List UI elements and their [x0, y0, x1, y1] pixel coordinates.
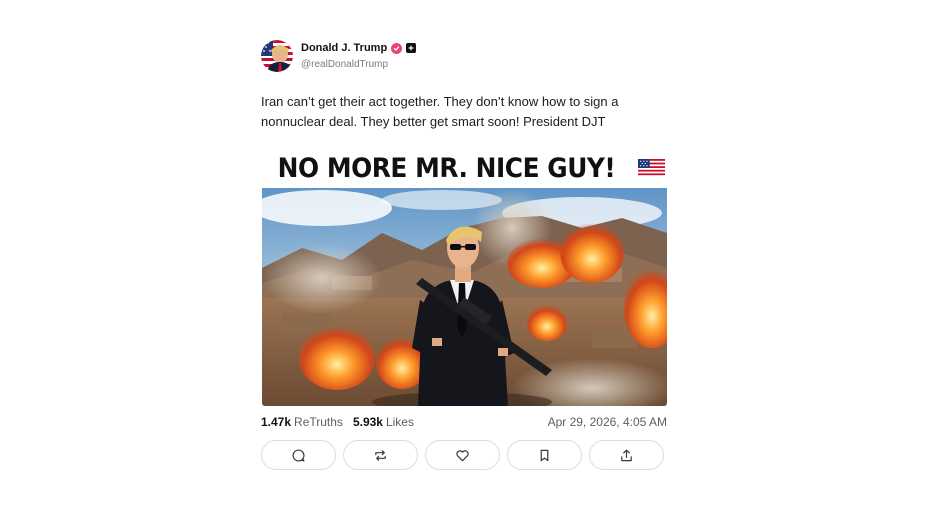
post-actions: [261, 440, 669, 472]
explosion-scene-image: [262, 188, 667, 406]
like-button[interactable]: [425, 440, 500, 470]
likes-stat[interactable]: 5.93k Likes: [353, 415, 414, 429]
name-row: Donald J. Trump: [301, 42, 417, 54]
author-display-name[interactable]: Donald J. Trump: [301, 42, 387, 54]
post-stats: 1.47k ReTruths 5.93k Likes Apr 29, 2026, 4…: [261, 414, 667, 430]
bookmark-button[interactable]: [507, 440, 582, 470]
avatar-image: [261, 40, 293, 72]
reply-icon: [292, 448, 305, 462]
author-block: Donald J. Trump @realDonaldTrump: [301, 42, 417, 70]
post-header: Donald J. Trump @realDonaldTrump: [261, 40, 669, 72]
page: Donald J. Trump @realDonaldTrump Iran ca…: [0, 0, 932, 524]
likes-count: 5.93k: [352, 415, 383, 429]
retruth-icon: [375, 449, 386, 461]
media-photo[interactable]: [262, 188, 667, 406]
headline-text: NO MORE MR. NICE GUY!: [277, 152, 616, 184]
verified-badge-icon: [391, 42, 403, 54]
post-media[interactable]: NO MORE MR. NICE GUY!: [261, 148, 667, 406]
share-button[interactable]: [589, 440, 664, 470]
reply-button[interactable]: [261, 440, 336, 470]
retruths-stat[interactable]: 1.47k ReTruths: [261, 415, 343, 429]
retruths-count: 1.47k: [261, 415, 292, 429]
author-handle[interactable]: @realDonaldTrump: [301, 59, 416, 70]
retruth-button[interactable]: [343, 440, 418, 470]
like-icon: [456, 449, 469, 461]
bookmark-icon: [540, 449, 549, 461]
media-headline: NO MORE MR. NICE GUY!: [261, 148, 667, 188]
avatar[interactable]: [261, 40, 293, 72]
share-icon: [621, 449, 632, 461]
post-text: Iran can’t get their act together. They …: [261, 94, 619, 129]
retruths-label: ReTruths: [294, 415, 343, 429]
plus-badge-icon: [406, 43, 417, 53]
us-flag-icon: [637, 159, 665, 177]
truth-post: Donald J. Trump @realDonaldTrump Iran ca…: [261, 40, 669, 470]
post-timestamp[interactable]: Apr 29, 2026, 4:05 AM: [548, 415, 667, 429]
likes-label: Likes: [385, 415, 414, 429]
